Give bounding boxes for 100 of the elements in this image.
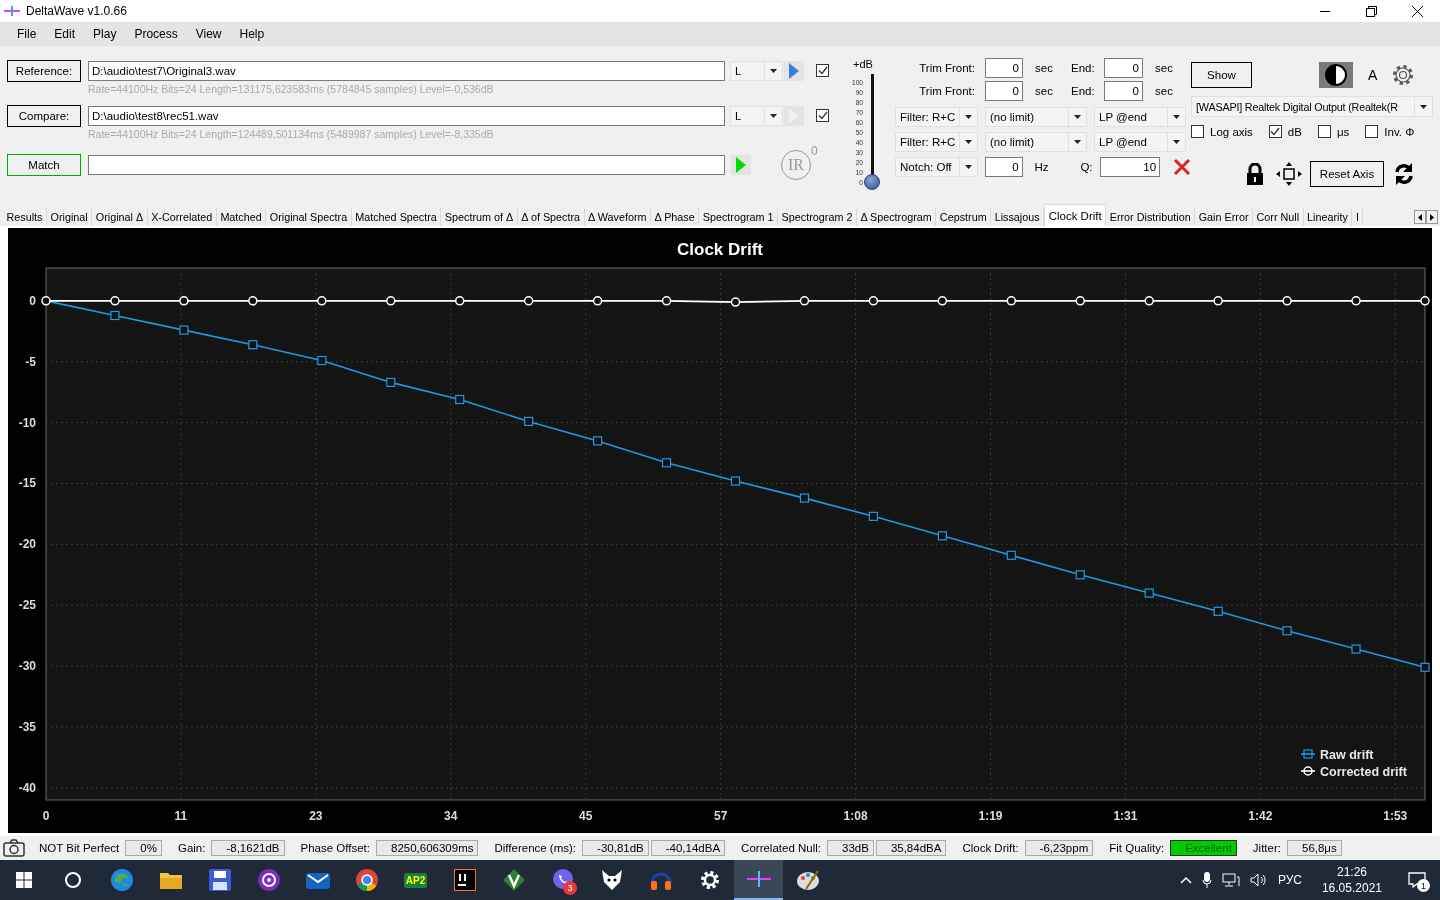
- menu-item[interactable]: Play: [84, 25, 126, 43]
- gear-icon: [698, 869, 721, 891]
- volume-icon[interactable]: [1249, 873, 1268, 887]
- file-button[interactable]: Compare:: [7, 105, 81, 127]
- podcast-icon: [256, 868, 281, 892]
- caret-icon: [964, 165, 972, 169]
- axis-tick-label: 0: [42, 809, 50, 823]
- axis-tick-label: 1:19: [978, 809, 1003, 823]
- reset-axis-button[interactable]: Reset Axis: [1310, 161, 1384, 187]
- legend-swatch-icon: [1300, 749, 1316, 759]
- dropdown[interactable]: [WASAPI] Realtek Digital Output (Realtek(R: [1191, 96, 1433, 117]
- tab[interactable]: Clock Drift: [1044, 204, 1107, 226]
- data-marker: [593, 436, 603, 446]
- checkbox[interactable]: [1191, 125, 1204, 138]
- chart-title: Clock Drift: [677, 240, 763, 259]
- data-marker: [799, 493, 810, 503]
- dropdown[interactable]: Filter: R+C: [895, 107, 978, 127]
- dropdown[interactable]: Filter: R+C: [895, 132, 978, 152]
- legend-label: Raw drift: [1320, 747, 1374, 762]
- status-value: 56,8μs: [1287, 840, 1342, 856]
- match-field[interactable]: [88, 155, 725, 175]
- dropdown[interactable]: L: [730, 61, 783, 81]
- status-value: Excellent: [1170, 840, 1237, 856]
- camera-icon[interactable]: [3, 839, 25, 857]
- data-marker: [248, 296, 258, 306]
- language-indicator[interactable]: РУС: [1277, 873, 1302, 887]
- scroll-right-button[interactable]: [1426, 210, 1438, 224]
- trim-front-field[interactable]: 0: [985, 81, 1023, 101]
- clock-time: 21:26: [1336, 864, 1367, 880]
- data-marker: [1144, 588, 1154, 598]
- status-label: Gain:: [177, 842, 206, 854]
- data-marker: [661, 458, 672, 468]
- dropdown[interactable]: (no limit): [985, 132, 1087, 152]
- checkbox[interactable]: [1365, 125, 1379, 138]
- data-marker: [661, 296, 672, 306]
- font-button[interactable]: A: [1368, 67, 1378, 83]
- move-icon[interactable]: [1276, 162, 1302, 186]
- lock-icon[interactable]: [1246, 163, 1264, 185]
- show-button[interactable]: Show: [1191, 62, 1252, 88]
- refresh-icon[interactable]: [1393, 162, 1415, 186]
- menu-item[interactable]: Edit: [45, 25, 85, 43]
- data-marker: [1144, 296, 1154, 306]
- network-icon[interactable]: [1221, 873, 1240, 887]
- microphone-icon[interactable]: [1201, 872, 1212, 888]
- scroll-left-button[interactable]: [1414, 210, 1426, 224]
- axis-tick-label: 1:31: [1113, 809, 1138, 823]
- dropdown[interactable]: L: [730, 106, 783, 126]
- slider-thumb[interactable]: [863, 174, 880, 190]
- close-icon[interactable]: [1173, 158, 1191, 176]
- taskbar-app[interactable]: 3: [538, 860, 587, 900]
- status-value: -6,23ppm: [1024, 840, 1094, 856]
- data-marker: [1075, 296, 1085, 306]
- data-marker: [248, 340, 258, 350]
- ir-count: 0: [811, 144, 818, 158]
- palette-icon: [795, 869, 820, 891]
- tab[interactable]: Δ Phase: [651, 208, 700, 226]
- axis-tick-label: 45: [579, 809, 593, 823]
- notifications-button[interactable]: 1: [1402, 860, 1432, 900]
- taskbar-app[interactable]: AP2: [391, 860, 440, 900]
- window-title: DeltaWave v1.0.66: [26, 4, 128, 18]
- contrast-icon[interactable]: [1319, 62, 1353, 88]
- data-marker: [1351, 644, 1361, 654]
- checkbox[interactable]: [816, 109, 829, 122]
- settings-icon[interactable]: [1391, 63, 1416, 87]
- checkbox[interactable]: [1268, 125, 1282, 138]
- data-marker: [454, 296, 465, 306]
- match-button[interactable]: Match: [7, 154, 81, 176]
- file-button[interactable]: Reference:: [7, 60, 81, 82]
- dropdown[interactable]: LP @end: [1094, 107, 1186, 127]
- trim-front-field[interactable]: 0: [985, 58, 1023, 78]
- status-value: -30,81dB: [582, 840, 649, 856]
- end-label: End:: [1071, 85, 1093, 97]
- checkbox[interactable]: [1317, 125, 1331, 138]
- unit-label: Hz: [1034, 161, 1050, 173]
- chevron-up-icon[interactable]: [1179, 876, 1192, 884]
- trim-end-field[interactable]: 0: [1104, 58, 1143, 78]
- dropdown[interactable]: (no limit): [985, 107, 1087, 127]
- data-marker: [1006, 550, 1016, 560]
- browser-icon: [109, 868, 134, 892]
- checkbox-label: Inv. Φ: [1384, 125, 1415, 138]
- dropdown[interactable]: LP @end: [1094, 132, 1186, 152]
- trim-end-field[interactable]: 0: [1104, 81, 1143, 101]
- status-label: Phase Offset:: [300, 842, 370, 854]
- file-path-field[interactable]: D:\audio\test7\Original3.wav: [88, 61, 725, 81]
- data-marker: [523, 296, 534, 306]
- data-marker: [524, 416, 534, 426]
- axis-tick-label: -40: [18, 780, 36, 795]
- menu-item[interactable]: View: [186, 25, 231, 43]
- dropdown[interactable]: Notch: Off: [895, 157, 978, 177]
- q-field[interactable]: 10: [1100, 157, 1161, 177]
- status-label: Correlated Null:: [741, 842, 821, 854]
- axis-tick-label: 57: [713, 809, 728, 823]
- menu-item[interactable]: File: [8, 25, 46, 43]
- trim-label: Trim Front:: [918, 85, 975, 97]
- checkbox[interactable]: [816, 64, 829, 77]
- file-path-field[interactable]: D:\audio\test8\rec51.wav: [88, 106, 725, 126]
- play-button[interactable]: [784, 61, 804, 81]
- menu-item[interactable]: Help: [230, 25, 274, 43]
- menu-item[interactable]: Process: [125, 25, 187, 43]
- notch-frequency-field[interactable]: 0: [984, 157, 1023, 177]
